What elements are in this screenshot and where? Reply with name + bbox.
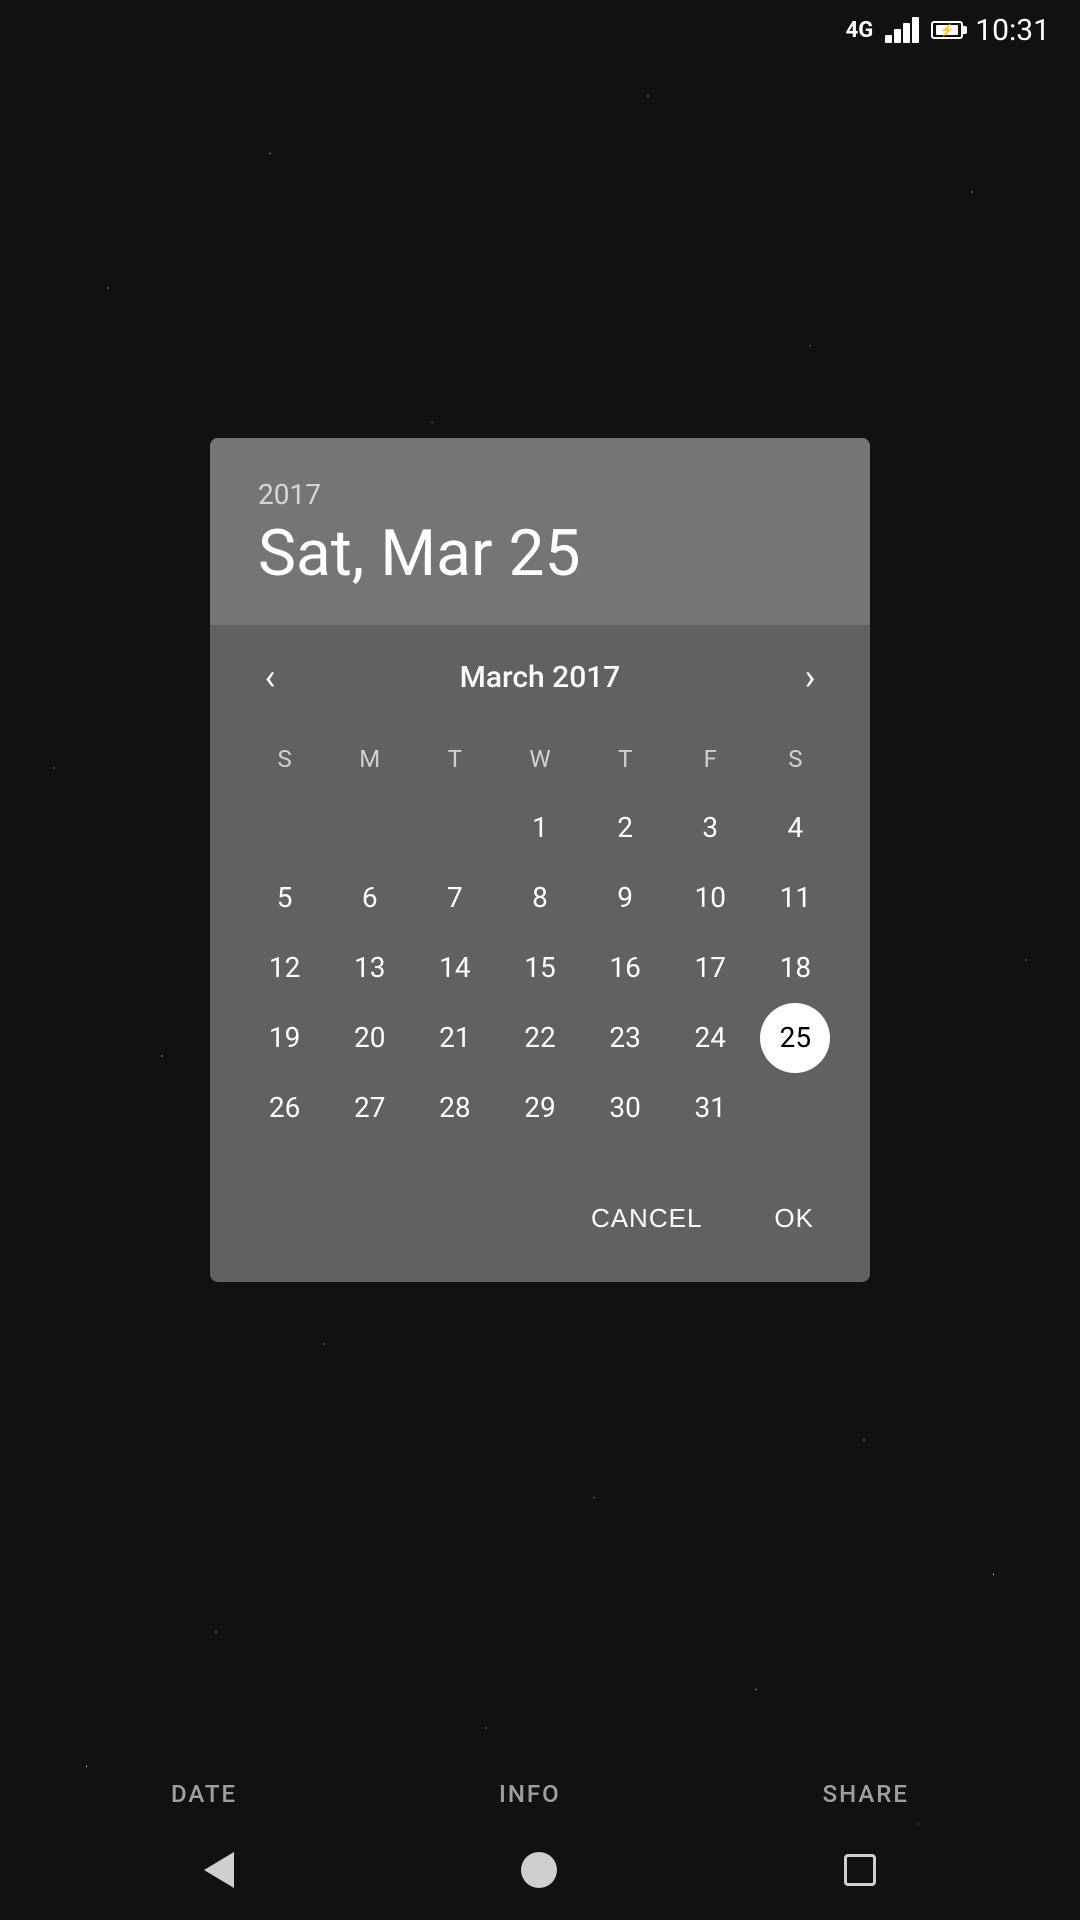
day-22[interactable]: 22 xyxy=(497,1003,582,1073)
day-1[interactable]: 1 xyxy=(497,793,582,863)
day-empty xyxy=(753,1073,838,1143)
prev-month-button[interactable]: ‹ xyxy=(242,649,298,705)
day-19[interactable]: 19 xyxy=(242,1003,327,1073)
dialog-overlay: 2017 Sat, Mar 25 ‹ March 2017 › S M T W … xyxy=(0,0,1080,1920)
day-16[interactable]: 16 xyxy=(583,933,668,1003)
day-3[interactable]: 3 xyxy=(668,793,753,863)
day-23[interactable]: 23 xyxy=(583,1003,668,1073)
day-26[interactable]: 26 xyxy=(242,1073,327,1143)
ok-button[interactable]: OK xyxy=(750,1187,838,1250)
battery-icon: ⚡ xyxy=(931,21,963,39)
cancel-button[interactable]: CANCEL xyxy=(567,1187,726,1250)
day-28[interactable]: 28 xyxy=(412,1073,497,1143)
day-17[interactable]: 17 xyxy=(668,933,753,1003)
day-18[interactable]: 18 xyxy=(753,933,838,1003)
day-12[interactable]: 12 xyxy=(242,933,327,1003)
day-6[interactable]: 6 xyxy=(327,863,412,933)
calendar-grid: S M T W T F S 1 2 3 4 5 6 7 8 9 xyxy=(242,733,838,1143)
day-empty xyxy=(242,793,327,863)
dow-wed: W xyxy=(497,733,582,793)
day-10[interactable]: 10 xyxy=(668,863,753,933)
month-nav: ‹ March 2017 › xyxy=(242,649,838,705)
day-25-selected[interactable]: 25 xyxy=(760,1003,830,1073)
day-5[interactable]: 5 xyxy=(242,863,327,933)
dialog-body: ‹ March 2017 › S M T W T F S 1 2 3 xyxy=(210,625,870,1167)
day-20[interactable]: 20 xyxy=(327,1003,412,1073)
day-21[interactable]: 21 xyxy=(412,1003,497,1073)
dow-fri: F xyxy=(668,733,753,793)
signal-icon xyxy=(885,17,919,43)
date-picker-dialog: 2017 Sat, Mar 25 ‹ March 2017 › S M T W … xyxy=(210,438,870,1282)
dow-tue: T xyxy=(412,733,497,793)
clock: 10:31 xyxy=(975,13,1050,48)
day-7[interactable]: 7 xyxy=(412,863,497,933)
dialog-actions: CANCEL OK xyxy=(210,1167,870,1282)
day-14[interactable]: 14 xyxy=(412,933,497,1003)
day-15[interactable]: 15 xyxy=(497,933,582,1003)
month-title: March 2017 xyxy=(460,660,621,695)
day-empty xyxy=(327,793,412,863)
day-27[interactable]: 27 xyxy=(327,1073,412,1143)
day-4[interactable]: 4 xyxy=(753,793,838,863)
dow-thu: T xyxy=(583,733,668,793)
day-8[interactable]: 8 xyxy=(497,863,582,933)
next-month-button[interactable]: › xyxy=(782,649,838,705)
day-9[interactable]: 9 xyxy=(583,863,668,933)
day-2[interactable]: 2 xyxy=(583,793,668,863)
day-31[interactable]: 31 xyxy=(668,1073,753,1143)
selected-date-display: Sat, Mar 25 xyxy=(258,519,822,589)
day-13[interactable]: 13 xyxy=(327,933,412,1003)
day-30[interactable]: 30 xyxy=(583,1073,668,1143)
day-24[interactable]: 24 xyxy=(668,1003,753,1073)
dow-mon: M xyxy=(327,733,412,793)
dow-sun: S xyxy=(242,733,327,793)
dow-sat: S xyxy=(753,733,838,793)
day-29[interactable]: 29 xyxy=(497,1073,582,1143)
selected-year: 2017 xyxy=(258,478,822,511)
day-11[interactable]: 11 xyxy=(753,863,838,933)
dialog-header: 2017 Sat, Mar 25 xyxy=(210,438,870,625)
signal-label: 4G xyxy=(846,18,874,43)
status-bar: 4G ⚡ 10:31 xyxy=(0,0,1080,60)
day-empty xyxy=(412,793,497,863)
